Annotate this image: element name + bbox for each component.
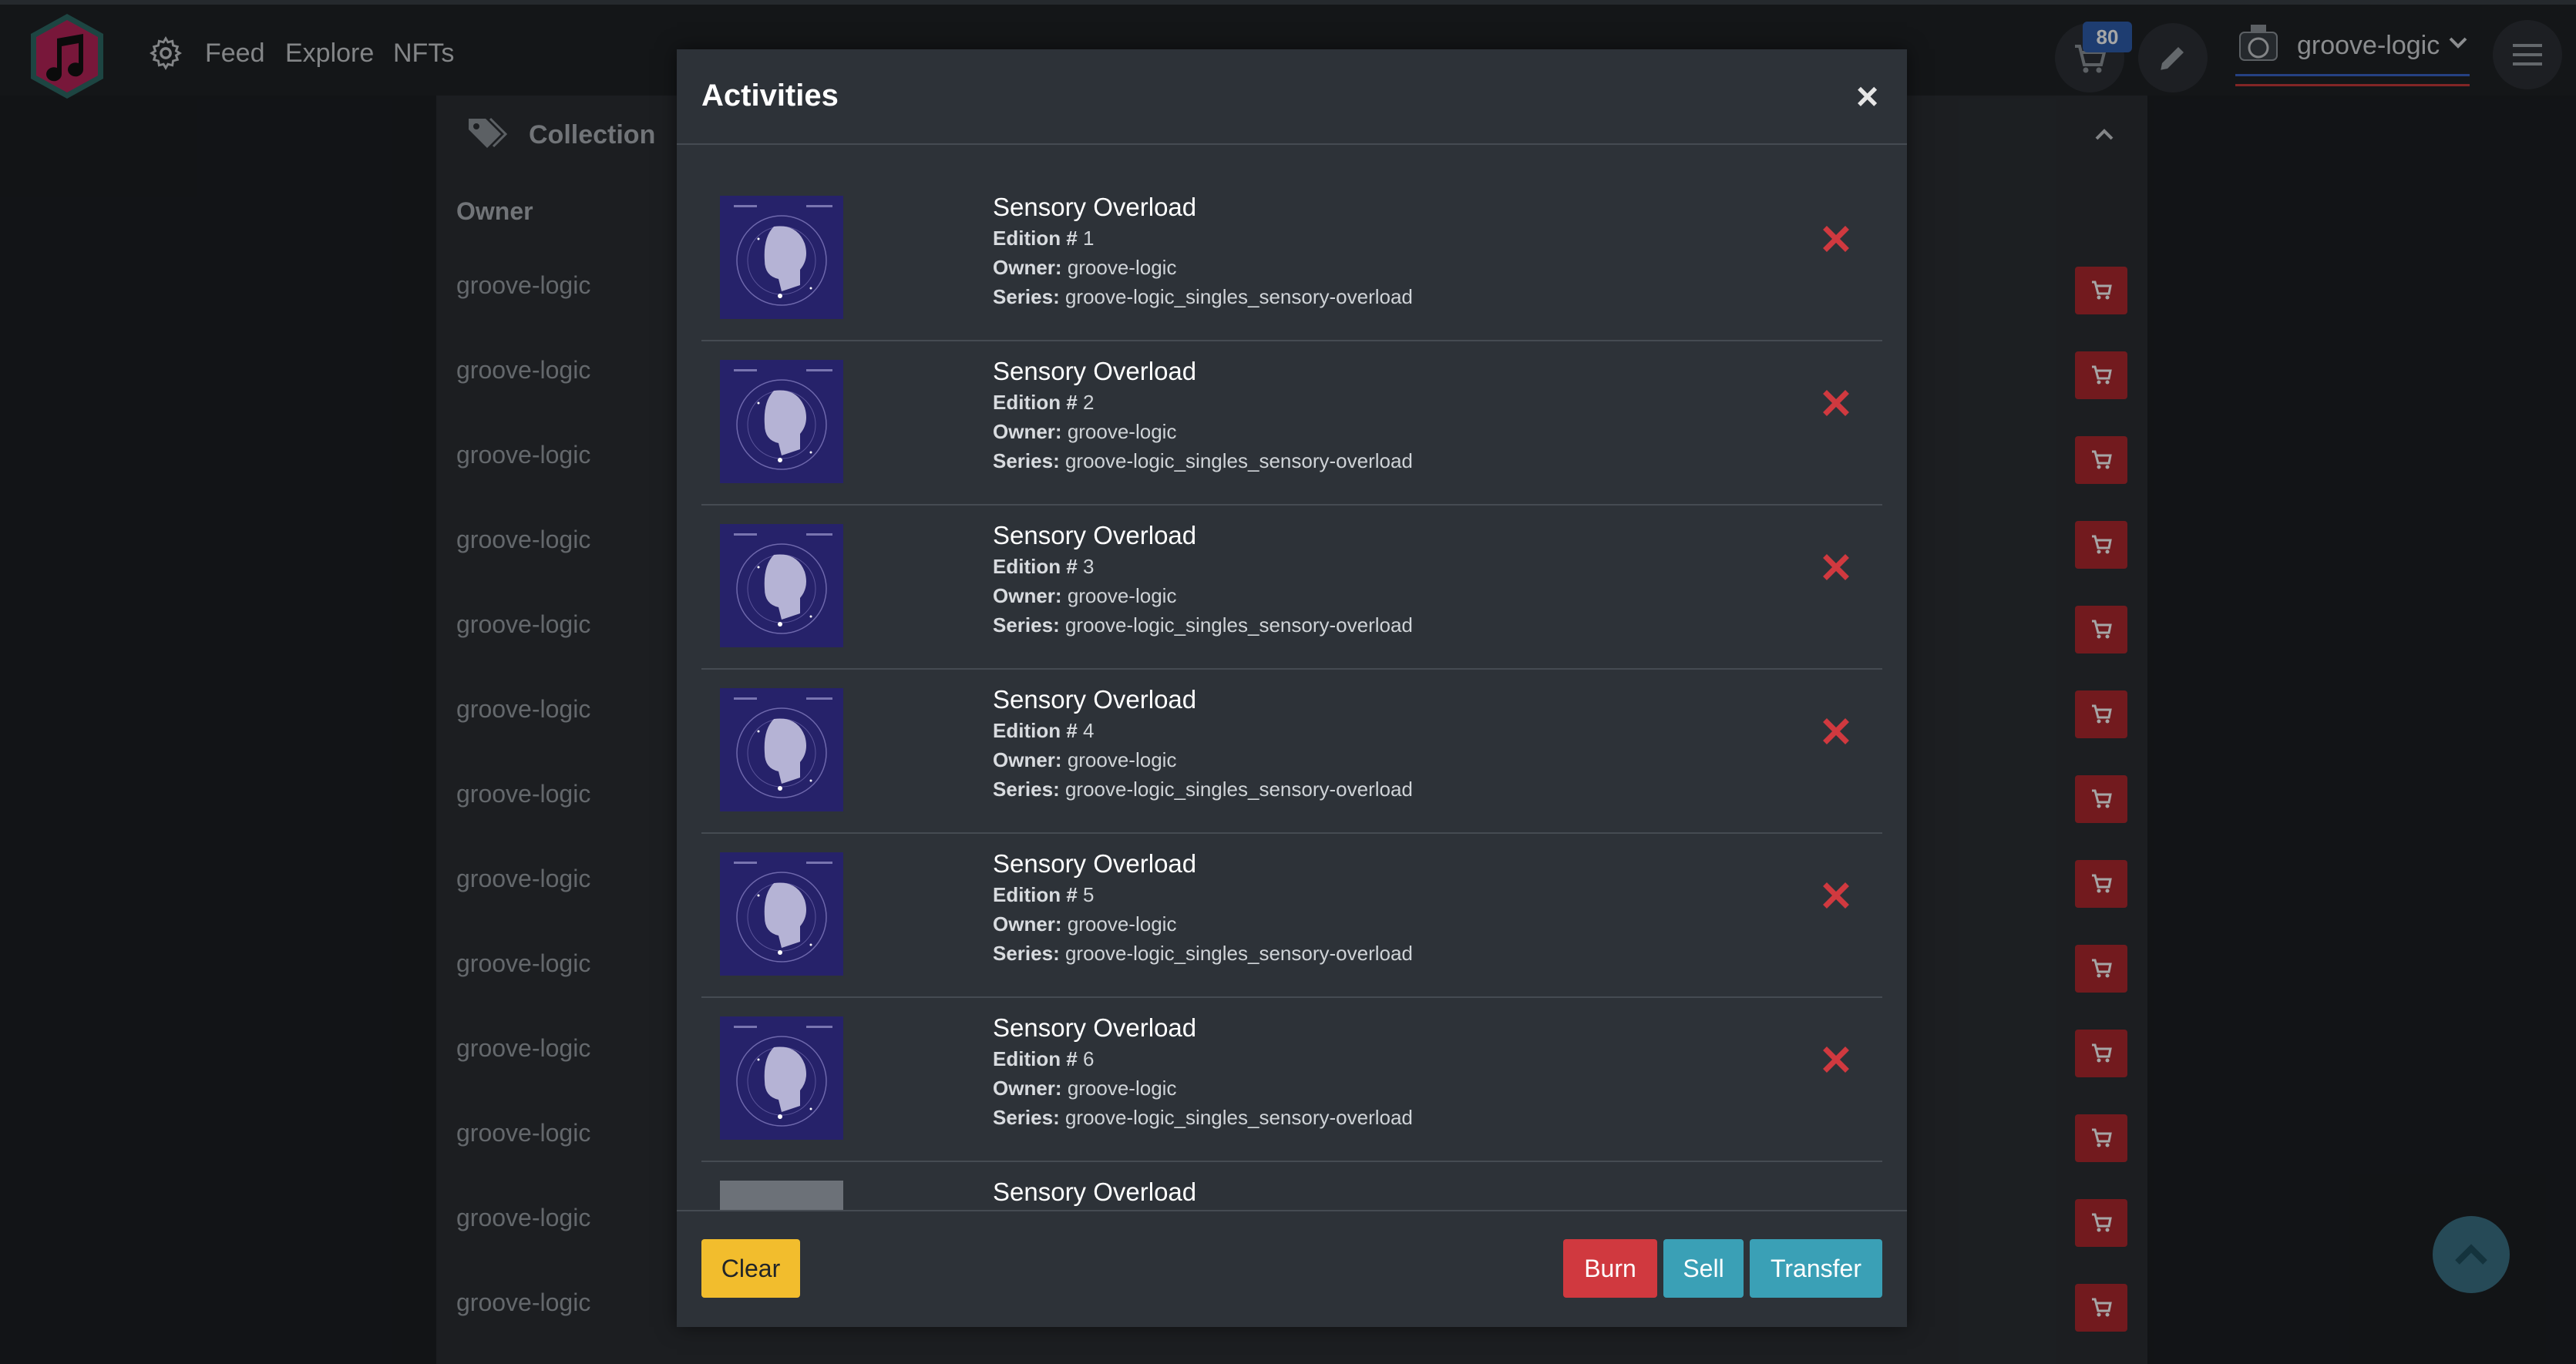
item-edition: Edition # 6 <box>993 1047 1094 1071</box>
series-label: Series: <box>993 449 1060 472</box>
owner-label: Owner: <box>993 256 1062 279</box>
item-series: Series: groove-logic_singles_sensory-ove… <box>993 285 1413 309</box>
remove-x-icon[interactable] <box>1822 225 1850 253</box>
nft-thumbnail[interactable] <box>720 852 843 976</box>
edition-value: 6 <box>1083 1047 1095 1070</box>
nft-thumbnail[interactable] <box>720 360 843 483</box>
edition-label: Edition # <box>993 883 1078 906</box>
item-series: Series: groove-logic_singles_sensory-ove… <box>993 942 1413 966</box>
modal-header: Activities × <box>677 49 1907 145</box>
item-edition: Edition # 4 <box>993 719 1094 743</box>
nft-thumbnail[interactable] <box>720 1016 843 1140</box>
item-owner: Owner: groove-logic <box>993 748 1176 772</box>
item-edition: Edition # 3 <box>993 555 1094 579</box>
activity-item: Sensory Overload Edition # 2 Owner: groove… <box>701 341 1882 506</box>
edition-label: Edition # <box>993 719 1078 742</box>
series-label: Series: <box>993 1106 1060 1129</box>
series-label: Series: <box>993 942 1060 965</box>
series-label: Series: <box>993 613 1060 637</box>
series-value: groove-logic_singles_sensory-overload <box>1064 942 1413 965</box>
edition-value: 2 <box>1083 391 1095 414</box>
item-edition: Edition # 2 <box>993 391 1094 415</box>
sell-button[interactable]: Sell <box>1663 1239 1744 1298</box>
modal-footer: Clear Burn Sell Transfer <box>677 1210 1907 1327</box>
item-owner: Owner: groove-logic <box>993 1077 1176 1100</box>
item-edition: Edition # 1 <box>993 227 1094 250</box>
edition-value: 4 <box>1083 719 1095 742</box>
owner-label: Owner: <box>993 584 1062 607</box>
remove-x-icon[interactable] <box>1822 1046 1850 1073</box>
owner-label: Owner: <box>993 420 1062 443</box>
activity-item: Sensory Overload <box>701 1162 1882 1210</box>
remove-x-icon[interactable] <box>1822 717 1850 745</box>
series-value: groove-logic_singles_sensory-overload <box>1064 613 1413 637</box>
owner-value: groove-logic <box>1067 912 1177 936</box>
clear-button[interactable]: Clear <box>701 1239 800 1298</box>
series-value: groove-logic_singles_sensory-overload <box>1064 285 1413 308</box>
item-title: Sensory Overload <box>993 521 1197 549</box>
activity-item: Sensory Overload Edition # 5 Owner: groove… <box>701 834 1882 998</box>
edition-label: Edition # <box>993 1047 1078 1070</box>
activities-modal: Activities × Sensory Overload Edition # 1… <box>677 49 1907 1327</box>
item-series: Series: groove-logic_singles_sensory-ove… <box>993 1106 1413 1130</box>
item-edition: Edition # 5 <box>993 883 1094 907</box>
nft-thumbnail[interactable] <box>720 524 843 647</box>
owner-value: groove-logic <box>1067 420 1177 443</box>
nft-thumbnail[interactable] <box>720 196 843 319</box>
edition-value: 1 <box>1083 227 1095 250</box>
modal-body[interactable]: Sensory Overload Edition # 1 Owner: groove… <box>701 177 1882 1210</box>
series-label: Series: <box>993 778 1060 801</box>
remove-x-icon[interactable] <box>1822 882 1850 909</box>
owner-label: Owner: <box>993 748 1062 771</box>
series-value: groove-logic_singles_sensory-overload <box>1064 449 1413 472</box>
item-owner: Owner: groove-logic <box>993 912 1176 936</box>
modal-title: Activities <box>701 79 839 113</box>
item-series: Series: groove-logic_singles_sensory-ove… <box>993 778 1413 801</box>
owner-value: groove-logic <box>1067 1077 1177 1100</box>
owner-label: Owner: <box>993 1077 1062 1100</box>
owner-value: groove-logic <box>1067 584 1177 607</box>
item-owner: Owner: groove-logic <box>993 584 1176 608</box>
activity-item: Sensory Overload Edition # 6 Owner: groove… <box>701 998 1882 1162</box>
item-title: Sensory Overload <box>993 849 1197 878</box>
edition-value: 5 <box>1083 883 1095 906</box>
series-value: groove-logic_singles_sensory-overload <box>1064 778 1413 801</box>
remove-x-icon[interactable] <box>1822 389 1850 417</box>
burn-button[interactable]: Burn <box>1563 1239 1657 1298</box>
owner-value: groove-logic <box>1067 748 1177 771</box>
owner-value: groove-logic <box>1067 256 1177 279</box>
remove-x-icon[interactable] <box>1822 553 1850 581</box>
item-owner: Owner: groove-logic <box>993 420 1176 444</box>
transfer-button[interactable]: Transfer <box>1750 1239 1882 1298</box>
owner-label: Owner: <box>993 912 1062 936</box>
item-title: Sensory Overload <box>993 1178 1197 1206</box>
item-series: Series: groove-logic_singles_sensory-ove… <box>993 449 1413 473</box>
item-series: Series: groove-logic_singles_sensory-ove… <box>993 613 1413 637</box>
series-label: Series: <box>993 285 1060 308</box>
item-title: Sensory Overload <box>993 357 1197 385</box>
activity-item: Sensory Overload Edition # 3 Owner: groove… <box>701 506 1882 670</box>
item-title: Sensory Overload <box>993 193 1197 221</box>
series-value: groove-logic_singles_sensory-overload <box>1064 1106 1413 1129</box>
edition-value: 3 <box>1083 555 1095 578</box>
item-title: Sensory Overload <box>993 1013 1197 1042</box>
edition-label: Edition # <box>993 555 1078 578</box>
item-owner: Owner: groove-logic <box>993 256 1176 280</box>
edition-label: Edition # <box>993 227 1078 250</box>
nft-thumbnail[interactable] <box>720 688 843 811</box>
activity-item: Sensory Overload Edition # 1 Owner: groove… <box>701 177 1882 341</box>
close-icon[interactable]: × <box>1856 77 1878 116</box>
edition-label: Edition # <box>993 391 1078 414</box>
activity-item: Sensory Overload Edition # 4 Owner: groove… <box>701 670 1882 834</box>
nft-thumbnail-loading <box>720 1181 843 1210</box>
item-title: Sensory Overload <box>993 685 1197 714</box>
